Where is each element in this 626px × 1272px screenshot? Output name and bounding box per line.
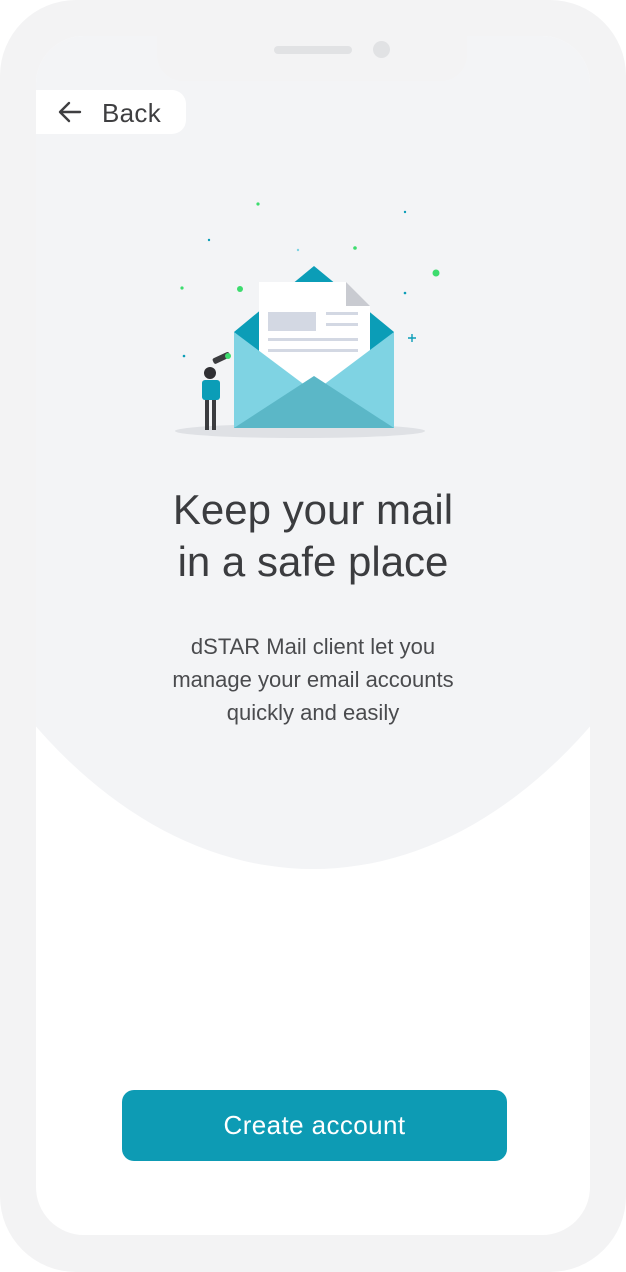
header-background-curve: [36, 36, 590, 869]
arrow-left-icon: [58, 101, 82, 123]
description-line-1: dSTAR Mail client let you: [190, 634, 436, 659]
sparkle-icon: [353, 246, 357, 250]
back-label: Back: [102, 98, 162, 128]
open-envelope-letter-illustration: [175, 202, 440, 438]
sparkle-icon: [432, 269, 440, 277]
sparkle-icon: [408, 334, 416, 342]
speaker: [274, 46, 352, 54]
create-account-button[interactable]: Create account: [122, 1090, 507, 1161]
sparkle-icon: [207, 238, 211, 242]
sparkle-icon: [296, 248, 300, 252]
person-with-telescope-icon: [202, 352, 231, 430]
phone-notch: [157, 36, 467, 81]
sparkle-icon: [256, 202, 260, 206]
onboarding-title: Keep your mail in a safe place: [36, 484, 590, 588]
title-line-1: Keep your mail: [172, 486, 454, 533]
title-line-2: in a safe place: [177, 538, 449, 585]
sparkle-icon: [237, 286, 243, 292]
sparkle-icon: [403, 210, 407, 214]
create-account-label: Create account: [223, 1110, 406, 1140]
description-line-3: quickly and easily: [226, 700, 400, 725]
sparkle-icon: [180, 286, 184, 290]
sparkle-icon: [182, 354, 186, 358]
sparkle-icon: [403, 291, 407, 295]
onboarding-description: dSTAR Mail client let you manage your em…: [36, 630, 590, 729]
back-button[interactable]: Back: [36, 90, 186, 134]
description-line-2: manage your email accounts: [172, 667, 454, 692]
front-camera: [373, 41, 390, 58]
